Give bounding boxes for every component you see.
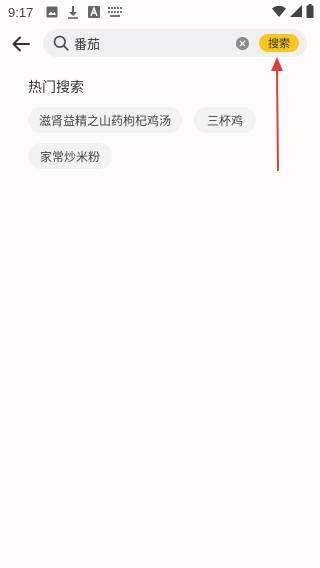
battery-icon <box>306 4 314 21</box>
search-icon <box>53 35 69 51</box>
search-button[interactable]: 搜索 <box>259 34 299 52</box>
back-button[interactable] <box>8 31 34 57</box>
search-input[interactable] <box>74 33 224 53</box>
hot-search-tag[interactable]: 家常炒米粉 <box>28 143 112 169</box>
keyboard-icon <box>108 5 123 19</box>
search-page: 9:17 番茄 搜索 热门搜索 滋肾益精之山药枸杞鸡汤 三杯鸡 家常炒米粉 <box>0 0 320 568</box>
search-bar: 搜索 <box>43 29 307 57</box>
status-right <box>272 4 314 21</box>
arrow-left-icon <box>12 36 30 52</box>
hot-search-tag[interactable]: 三杯鸡 <box>194 107 256 133</box>
image-icon <box>45 5 59 19</box>
hot-search-tag[interactable]: 滋肾益精之山药枸杞鸡汤 <box>28 107 182 133</box>
clear-circle-icon[interactable] <box>236 37 249 50</box>
font-a-icon <box>87 5 101 19</box>
annotation-arrow <box>271 57 283 172</box>
wifi-icon <box>272 5 286 20</box>
status-time: 9:17 <box>8 4 34 20</box>
signal-icon <box>290 5 302 20</box>
hot-search-title: 热门搜索 <box>28 80 84 96</box>
download-icon <box>66 5 80 19</box>
status-bar: 9:17 <box>0 0 320 24</box>
